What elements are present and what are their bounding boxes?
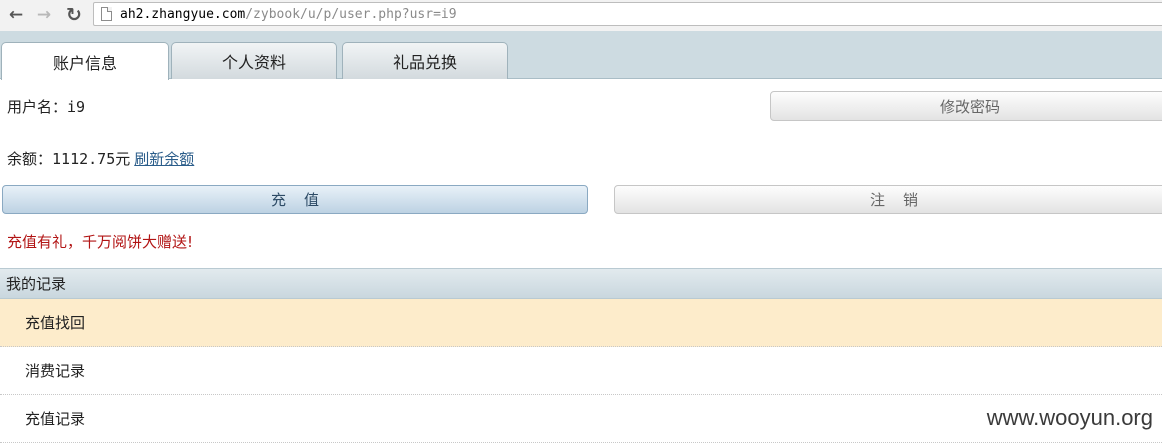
promo-text: 充值有礼，千万阅饼大赠送! bbox=[7, 233, 194, 251]
list-item-consumption-records[interactable]: 消费记录 bbox=[0, 347, 1162, 395]
balance-label: 余额： bbox=[7, 150, 53, 168]
username-line: 用户名：i9 bbox=[7, 96, 85, 117]
logout-button[interactable]: 注销 bbox=[614, 185, 1162, 214]
url-text[interactable]: ah2.zhangyue.com/zybook/u/p/user.php?usr… bbox=[120, 7, 457, 22]
tab-account-info[interactable]: 账户信息 bbox=[1, 42, 169, 80]
list-item-recharge-recovery[interactable]: 充值找回 bbox=[0, 299, 1162, 347]
balance-line: 余额：1112.75元 刷新余额 bbox=[7, 148, 194, 169]
recharge-button[interactable]: 充值 bbox=[2, 185, 588, 214]
page-icon bbox=[101, 7, 112, 21]
username-label: 用户名： bbox=[7, 98, 68, 116]
reload-icon[interactable]: ↻ bbox=[63, 4, 85, 26]
watermark: www.wooyun.org bbox=[986, 405, 1153, 430]
change-password-button[interactable]: 修改密码 bbox=[770, 91, 1162, 121]
tab-personal-profile[interactable]: 个人资料 bbox=[171, 42, 337, 79]
tab-bar: 账户信息 个人资料 礼品兑换 bbox=[0, 31, 1162, 80]
address-bar[interactable]: ah2.zhangyue.com/zybook/u/p/user.php?usr… bbox=[93, 2, 1162, 26]
balance-value: 1112.75元 bbox=[52, 150, 131, 168]
refresh-balance-link[interactable]: 刷新余额 bbox=[134, 150, 194, 168]
username-value: i9 bbox=[67, 98, 86, 116]
browser-toolbar: ← → ↻ ah2.zhangyue.com/zybook/u/p/user.p… bbox=[0, 0, 1162, 31]
forward-arrow-icon[interactable]: → bbox=[33, 4, 55, 26]
url-host: ah2.zhangyue.com bbox=[120, 6, 246, 22]
tab-gift-exchange[interactable]: 礼品兑换 bbox=[342, 42, 508, 79]
records-header: 我的记录 bbox=[0, 268, 1162, 299]
url-path: /zybook/u/p/user.php?usr=i9 bbox=[245, 6, 457, 22]
back-arrow-icon[interactable]: ← bbox=[5, 4, 27, 26]
